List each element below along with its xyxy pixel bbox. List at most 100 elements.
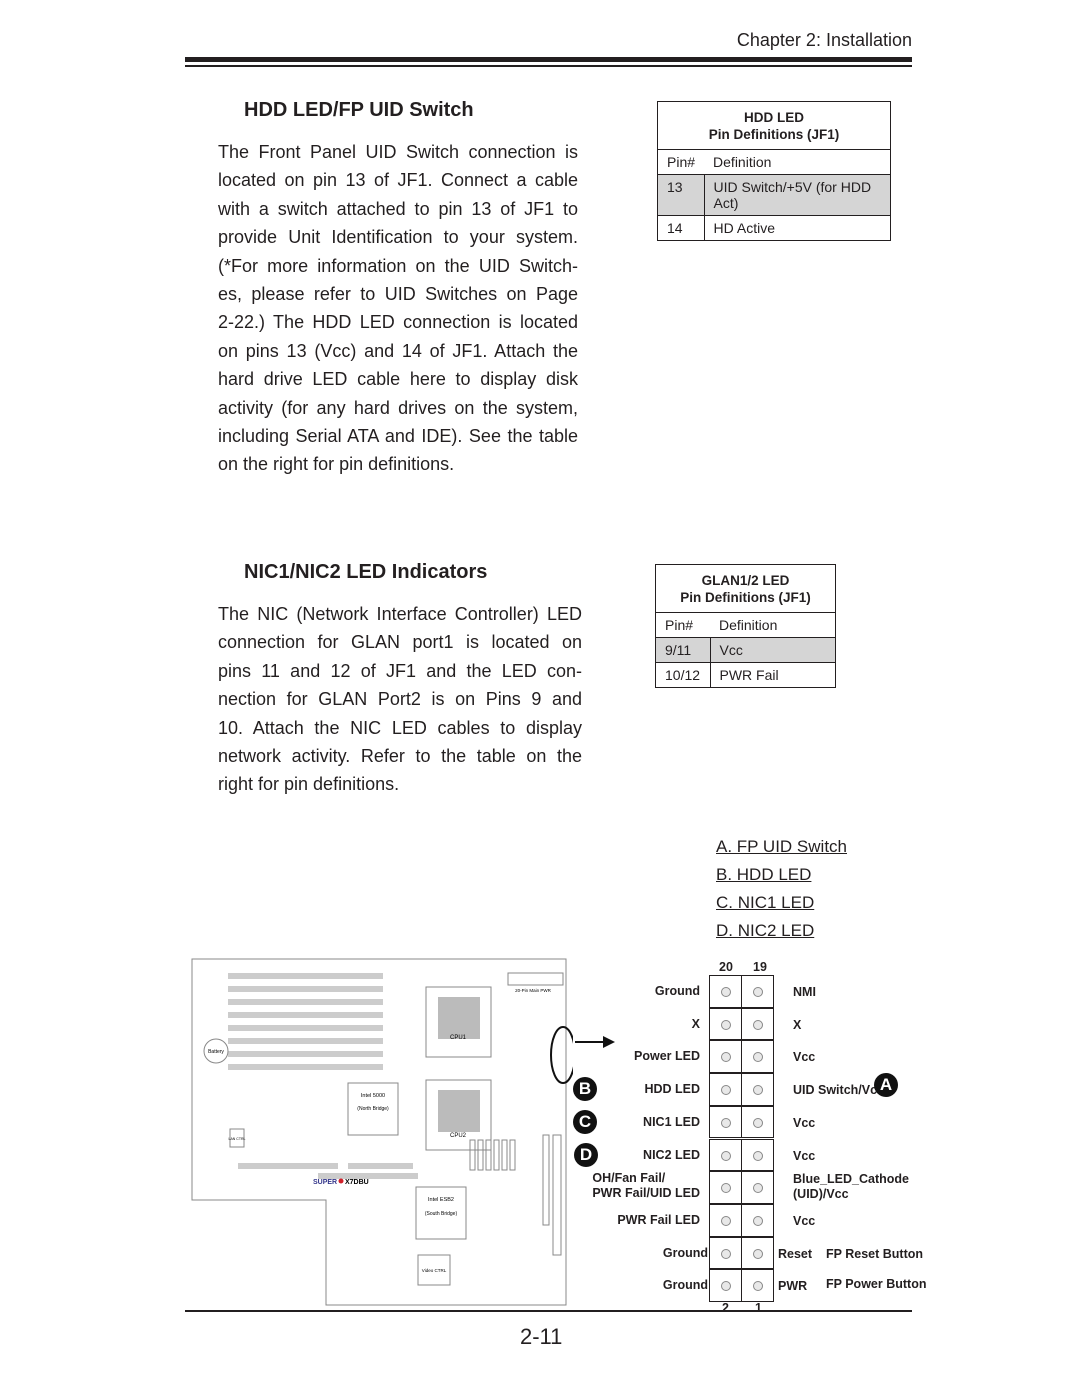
pin-hole	[721, 1183, 731, 1194]
paragraph-line: 2-22.) The HDD LED connection is located	[218, 312, 578, 333]
left-pin-label: Ground	[662, 1278, 708, 1293]
pin-cell	[709, 1040, 742, 1074]
pin-hole	[753, 1248, 763, 1259]
dimm-slot	[228, 1064, 383, 1070]
pin-cell	[709, 1236, 742, 1270]
table-row: 10/12 PWR Fail	[655, 662, 836, 688]
right-pin-label: X	[793, 1017, 802, 1032]
paragraph-line: including Serial ATA and IDE). See the t…	[218, 426, 578, 447]
sata-port	[477, 1139, 484, 1171]
paragraph-line: with a switch attached to pin 13 of JF1 …	[218, 198, 578, 219]
right-pin-label: Vcc	[793, 1148, 816, 1163]
legend-link-fp-uid-switch[interactable]: A. FP UID Switch	[716, 837, 847, 857]
sata-port	[509, 1139, 516, 1171]
legend-link-hdd-led[interactable]: B. HDD LED	[716, 865, 811, 885]
paragraph-line: 10. Attach the NIC LED cables to display	[218, 717, 582, 738]
dimm-slot	[228, 999, 383, 1005]
section-title-hdd-led: HDD LED/FP UID Switch	[244, 99, 474, 121]
left-pin-label: Power LED	[634, 1049, 700, 1064]
pin-number: 2	[722, 1301, 729, 1315]
table-title: GLAN1/2 LED	[701, 573, 790, 588]
right-pin-label: PWR	[778, 1279, 808, 1294]
table-subtitle: Pin Definitions (JF1)	[680, 590, 811, 605]
pin-cell	[741, 1138, 774, 1172]
pin-hole	[721, 1150, 731, 1161]
fp-power-button-label: FP Power Button	[826, 1277, 927, 1292]
north-bridge-sub: (North Bridge)	[357, 1106, 389, 1112]
right-pin-label: Blue_LED_Cathode (UID)/Vcc	[793, 1172, 909, 1202]
badge-b: B	[573, 1077, 597, 1101]
right-pin-label: Reset	[778, 1246, 813, 1261]
paragraph-line: connection for GLAN port1 is located on	[218, 632, 582, 653]
south-bridge-label: Intel ESB2	[428, 1197, 454, 1203]
right-pin-label: Vcc	[793, 1115, 816, 1130]
page-number: 2-11	[520, 1324, 563, 1349]
pin-hole	[721, 1052, 731, 1063]
pin-hole	[753, 1281, 763, 1292]
paragraph-line: located on pin 13 of JF1. Connect a cabl…	[218, 170, 578, 191]
table-subtitle: Pin Definitions (JF1)	[708, 127, 840, 142]
video-label: Video CTRL	[422, 1268, 447, 1273]
hdd-led-pin-table: HDD LED Pin Definitions (JF1) Pin# Definit…	[657, 101, 891, 241]
paragraph-line: pins 11 and 12 of JF1 and the LED con-	[218, 660, 582, 681]
paragraph-line: provide Unit Identification to your syst…	[218, 227, 578, 248]
paragraph-line: on pins 13 (Vcc) and 14 of JF1. Attach t…	[218, 340, 578, 361]
pin-hole	[721, 987, 731, 997]
pin-hole	[753, 1052, 763, 1063]
cpu1-label: CPU1	[450, 1035, 467, 1041]
pin-cell	[741, 1007, 774, 1041]
dimm-slot	[228, 1051, 383, 1057]
paragraph-line: network activity. Refer to the table on …	[218, 746, 582, 767]
pin-hole	[753, 1183, 763, 1194]
hdd-led-paragraph: The Front Panel UID Switch connection is…	[218, 138, 578, 479]
model-label: X7DBU	[345, 1179, 369, 1186]
pin-hole	[753, 1019, 763, 1030]
pin-hole	[721, 1215, 731, 1226]
pin-cell	[741, 1203, 774, 1237]
pin-number: 19	[753, 960, 767, 974]
dimm-slot	[228, 1038, 383, 1044]
paragraph-line: right for pin definitions.	[218, 774, 400, 795]
pin-hole	[721, 1085, 731, 1096]
paragraph-line: (*For more information on the UID Switch…	[218, 255, 578, 276]
dimm-slot	[228, 1025, 383, 1031]
cpu2-label: CPU2	[450, 1133, 467, 1139]
pin-cell	[741, 1171, 774, 1204]
north-bridge-label: Intel 5000	[361, 1093, 385, 1099]
badge-a: A	[874, 1073, 898, 1097]
pin-cell	[741, 1236, 774, 1270]
table-title: HDD LED	[744, 110, 804, 125]
dimm-slots	[228, 973, 383, 1070]
legend-link-nic1-led[interactable]: C. NIC1 LED	[716, 893, 814, 913]
paragraph-line: nection for GLAN Port2 is on Pins 9 and	[218, 689, 582, 710]
fp-reset-button-label: FP Reset Button	[826, 1246, 923, 1261]
brand-label: SUPER	[313, 1179, 337, 1186]
pin-cell	[741, 1040, 774, 1074]
legend-link-nic2-led[interactable]: D. NIC2 LED	[716, 921, 814, 941]
arrow-icon	[575, 1036, 615, 1048]
pin-hole	[753, 987, 763, 997]
pin-cell	[741, 1073, 774, 1106]
pin-hole	[753, 1117, 763, 1128]
left-pin-label: PWR Fail LED	[617, 1212, 700, 1227]
battery-label: Battery	[208, 1049, 224, 1055]
sata-port	[493, 1139, 500, 1171]
pin-cell	[741, 975, 774, 1008]
paragraph-line: The NIC (Network Interface Controller) L…	[218, 604, 582, 624]
manual-page: Chapter 2: Installation HDD LED/FP UID S…	[0, 0, 1080, 1397]
pin-hole	[721, 1019, 731, 1030]
left-pin-label: X	[691, 1016, 700, 1031]
sata-port	[501, 1139, 508, 1171]
table-row: 14 HD Active	[657, 215, 891, 241]
pin-cell	[709, 1171, 742, 1204]
header-rule-thin	[185, 65, 912, 67]
pin-hole	[721, 1281, 731, 1292]
footer-rule	[185, 1310, 912, 1312]
pin-cell	[741, 1269, 774, 1302]
pin-cell	[709, 1105, 742, 1139]
south-bridge-sub: (South Bridge)	[425, 1211, 458, 1217]
power-label: 20-Pin Main PWR	[515, 988, 552, 993]
left-pin-label: NIC1 LED	[643, 1114, 700, 1129]
right-pin-label: UID Switch/Vcc	[793, 1083, 884, 1098]
chapter-header: Chapter 2: Installation	[736, 30, 912, 50]
